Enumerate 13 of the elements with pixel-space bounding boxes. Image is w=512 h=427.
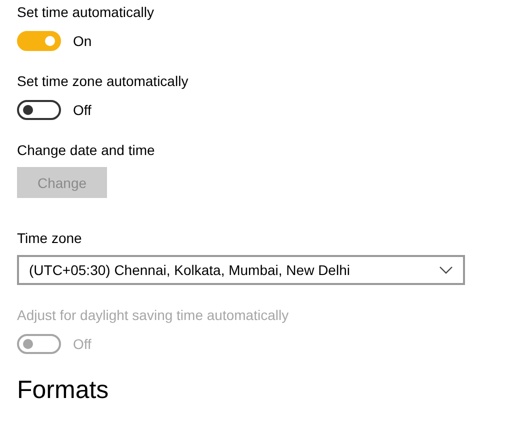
toggle-switch[interactable]: [17, 100, 61, 120]
chevron-down-icon: [439, 266, 453, 274]
toggle-state-text: On: [73, 33, 92, 49]
toggle-switch[interactable]: [17, 31, 61, 51]
setting-label: Adjust for daylight saving time automatically: [17, 306, 289, 324]
setting-label: Set time zone automatically: [17, 72, 188, 90]
toggle-state-text: Off: [73, 102, 92, 118]
section-heading: Formats: [17, 375, 110, 405]
setting-label: Set time automatically: [17, 3, 154, 21]
toggle-state-text: Off: [73, 336, 92, 352]
setting-label: Change date and time: [17, 141, 155, 159]
setting-label: Time zone: [17, 229, 82, 247]
time-zone-dropdown[interactable]: (UTC+05:30) Chennai, Kolkata, Mumbai, New Delhi: [17, 255, 465, 285]
